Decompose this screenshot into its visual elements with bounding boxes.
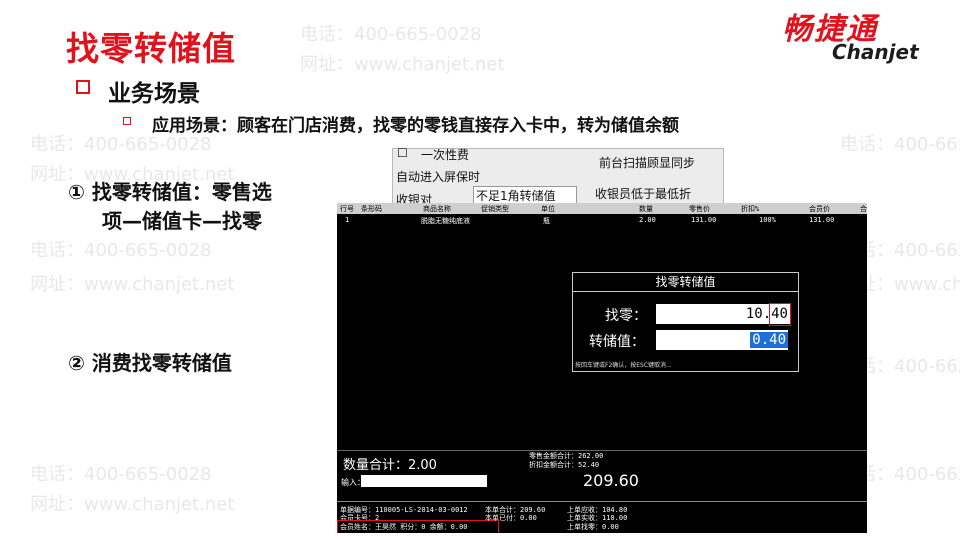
cell: 2.00 <box>639 216 656 224</box>
bullet-square-icon <box>76 80 90 94</box>
cell: 1 <box>345 216 350 224</box>
col-header: 会员价 <box>809 205 830 213</box>
cell: 100% <box>759 216 776 224</box>
col-header: 商品名称 <box>423 205 451 213</box>
dialog-title: 找零转储值 <box>573 273 798 292</box>
discount-total: 折扣金额合计：52.40 <box>529 461 600 469</box>
dialog-hint: 按回车键或F2确认，按ESC键取消... <box>575 362 672 369</box>
highlight-box <box>769 303 791 326</box>
step-2: ② 消费找零转储值 <box>68 351 232 375</box>
this-bill-paid: 本单已付：0.00 <box>485 514 537 522</box>
grand-total: 209.60 <box>583 471 639 490</box>
cell: 瓶 <box>543 217 550 225</box>
auto-screen-option[interactable]: 自动进入屏保时 <box>396 168 480 185</box>
sub-bullet-icon <box>123 117 131 125</box>
col-header: 单位 <box>541 205 555 213</box>
highlight-box <box>337 520 499 533</box>
stored-value-label: 转储值： <box>589 334 645 350</box>
col-header: 折扣% <box>741 205 760 213</box>
watermark-site: 网址：www.chanjet.net <box>30 494 235 515</box>
cashier-option[interactable]: 收银员低于最低折 <box>595 185 691 202</box>
cell: 131.00 <box>809 216 835 224</box>
cell: 131.00 <box>691 216 717 224</box>
step-1-line-1: ① 找零转储值：零售选 <box>68 180 272 204</box>
brand-logo-en: Chanjet <box>832 40 919 64</box>
scenario-text: 应用场景：顾客在门店消费，找零的零钱直接存入卡中，转为储值余额 <box>152 116 679 136</box>
change-label: 找零： <box>605 308 647 324</box>
status-panel: 单据编号：110005-LS-2014-03-0012 会员卡号：2 会员姓名：… <box>337 501 867 533</box>
last-bill-change: 上单找零：0.00 <box>567 523 619 531</box>
qty-total: 数量合计：2.00 <box>343 458 437 473</box>
checkbox-icon[interactable]: ☐ <box>397 146 408 160</box>
stored-value: 0.40 <box>750 332 788 348</box>
stored-value-field[interactable]: 0.40 <box>656 330 788 350</box>
col-header: 促销类型 <box>481 205 509 213</box>
slide-title: 找零转储值 <box>66 29 236 68</box>
popup-item-checkbox-label: 一次性费 <box>421 148 470 162</box>
grid-header: 行号 条形码 商品名称 促销类型 单位 数量 零售价 折扣% 会员价 合 <box>337 203 867 214</box>
col-header: 数量 <box>639 205 653 213</box>
col-header: 行号 <box>340 205 354 213</box>
change-to-stored-value-dialog: 找零转储值 找零： 10.40 转储值： 0.40 按回车键或F2确认，按ESC… <box>572 272 799 372</box>
watermark-site: 网址：www.chanjet.net <box>300 54 505 75</box>
step-1-line-2: 项—储值卡—找零 <box>102 209 262 233</box>
col-header: 合 <box>860 205 867 213</box>
pos-screen: 行号 条形码 商品名称 促销类型 单位 数量 零售价 折扣% 会员价 合 1 脱… <box>337 203 867 533</box>
cell: 脱脂无糖纯底液 <box>421 217 470 225</box>
section-title: 业务场景 <box>108 81 200 107</box>
watermark-site: 网址：www.chanjet.net <box>30 274 235 295</box>
watermark-phone: 电话：400-665-0028 <box>300 24 482 45</box>
table-row[interactable]: 1 脱脂无糖纯底液 瓶 2.00 131.00 100% 131.00 <box>337 215 867 225</box>
col-header: 零售价 <box>689 205 710 213</box>
col-header: 条形码 <box>361 205 382 213</box>
scan-option[interactable]: 前台扫描顾显同步 <box>599 154 695 171</box>
barcode-input[interactable] <box>361 475 487 487</box>
watermark-phone: 电话：400-665-0028 <box>30 240 212 261</box>
watermark-phone: 电话：400-665-0028 <box>30 464 212 485</box>
watermark-phone: 电话：400-665-0028 <box>840 134 960 155</box>
settings-popup: ☐ 一次性费 自动进入屏保时 收银对 不足1角转储值 前台扫描顾显同步 收银员低… <box>392 146 724 210</box>
